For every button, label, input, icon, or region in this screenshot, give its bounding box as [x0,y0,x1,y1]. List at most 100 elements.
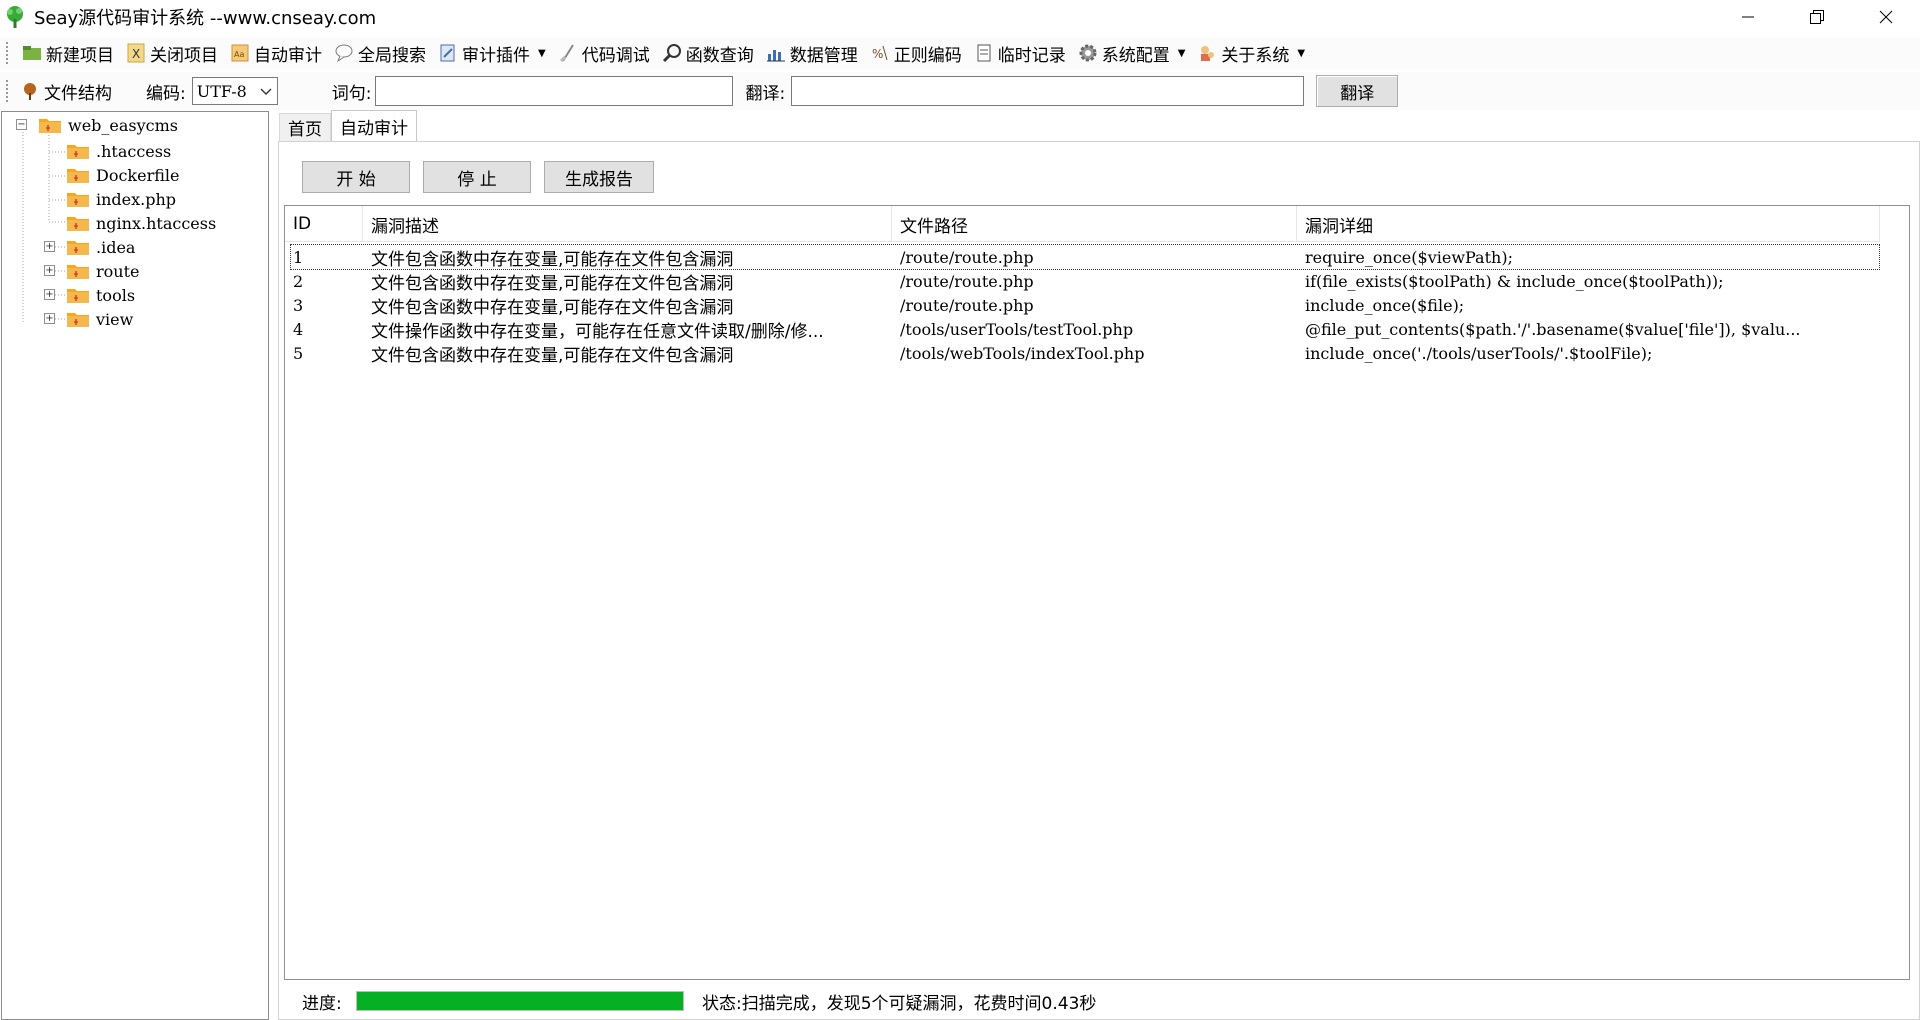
tree-item-label: nginx.htaccess [96,213,217,233]
tree-item-folder[interactable]: view [66,307,133,331]
tree-item-label: index.php [96,189,177,209]
tab-auto-audit[interactable]: 自动审计 [331,110,417,141]
progress-fill [357,992,683,1010]
folder-icon [39,119,61,133]
phrase-label: 词句: [331,83,372,104]
expand-toggle[interactable]: + [44,313,55,324]
tree-item-root[interactable]: web_easycms [38,113,178,137]
cell-id: 1 [293,247,304,267]
auto-audit-button[interactable]: Aa 自动审计 [224,39,328,67]
cell-detail: if(file_exists($toolPath) & include_once… [1305,271,1724,291]
table-row[interactable]: 2 文件包含函数中存在变量,可能存在文件包含漏洞 /route/route.ph… [291,269,1879,294]
tree-item-file[interactable]: nginx.htaccess [66,211,216,235]
tree-item-label: .htaccess [96,141,172,161]
expand-toggle[interactable]: + [44,289,55,300]
cell-path: /tools/userTools/testTool.php [900,319,1134,339]
global-search-button[interactable]: 全局搜索 [328,39,432,67]
tree-item-file[interactable]: .htaccess [66,139,171,163]
encoding-value: UTF-8 [196,81,247,101]
tree-item-file[interactable]: Dockerfile [66,163,180,187]
cell-path: /tools/webTools/indexTool.php [900,343,1145,363]
close-project-button[interactable]: X 关闭项目 [120,39,224,67]
chevron-down-icon [260,88,272,95]
tree-item-label: web_easycms [68,115,179,135]
cell-description: 文件包含函数中存在变量,可能存在文件包含漏洞 [371,249,734,270]
cell-detail: @file_put_contents($path.'/'.basename($v… [1305,319,1801,339]
status-text: 状态:扫描完成，发现5个可疑漏洞，花费时间0.43秒 [702,993,1097,1014]
tab-home[interactable]: 首页 [279,113,331,141]
file-icon [67,193,89,207]
close-icon [1879,10,1892,24]
tree-item-folder[interactable]: tools [66,283,135,307]
data-manage-button[interactable]: 数据管理 [760,39,864,67]
chart-icon [766,43,786,63]
table-row[interactable]: 5 文件包含函数中存在变量,可能存在文件包含漏洞 /tools/webTools… [291,341,1879,366]
function-query-button[interactable]: 函数查询 [656,39,760,67]
tab-strip: 首页 自动审计 [279,110,417,141]
audit-plugin-button[interactable]: 审计插件 ▼ [432,39,552,67]
toolbar-label: 自动审计 [254,45,322,66]
new-project-icon [22,43,42,63]
plugin-icon [438,43,458,63]
column-header-detail[interactable]: 漏洞详细 [1297,206,1880,242]
cell-description: 文件包含函数中存在变量,可能存在文件包含漏洞 [371,273,734,294]
restore-button[interactable] [1782,0,1851,34]
file-icon [67,169,89,183]
toolbar-label: 系统配置 [1101,45,1170,66]
start-button[interactable]: 开 始 [302,161,410,193]
toolbar-grip[interactable] [6,80,10,102]
translate-input[interactable] [791,76,1305,106]
tree-item-label: view [96,309,134,329]
tree-item-folder[interactable]: route [66,259,139,283]
translate-button[interactable]: 翻译 [1316,75,1399,107]
phrase-input[interactable] [375,76,734,106]
tree-icon [20,81,40,101]
cell-detail: require_once($viewPath); [1305,247,1513,267]
file-structure-button[interactable]: 文件结构 [16,77,118,105]
collapse-toggle[interactable]: − [16,119,27,130]
close-window-button[interactable] [1851,0,1920,34]
notes-icon [974,43,994,63]
new-project-button[interactable]: 新建项目 [16,39,120,67]
toolbar-label: 代码调试 [581,45,650,66]
column-header-path[interactable]: 文件路径 [892,206,1297,242]
temp-notes-button[interactable]: 临时记录 [968,39,1072,67]
encoding-select[interactable]: UTF-8 [191,77,278,105]
system-config-button[interactable]: 系统配置 ▼ [1072,39,1192,67]
tree-item-file[interactable]: index.php [66,187,176,211]
table-row[interactable]: 3 文件包含函数中存在变量,可能存在文件包含漏洞 /route/route.ph… [291,293,1879,318]
column-header-id[interactable]: ID [285,206,363,242]
expand-toggle[interactable]: + [44,241,55,252]
file-structure-label: 文件结构 [44,83,112,104]
app-logo-icon [7,6,23,28]
toolbar-label: 正则编码 [893,45,962,66]
cell-detail: include_once('./tools/userTools/'.$toolF… [1305,343,1653,363]
minimize-button[interactable] [1713,0,1782,34]
progress-label: 进度: [302,993,342,1014]
toolbar-label: 数据管理 [789,45,858,66]
folder-icon [67,289,89,303]
about-system-button[interactable]: 关于系统 ▼ [1191,39,1311,67]
cell-id: 5 [293,343,304,363]
close-project-icon: X [126,43,146,63]
svg-text:%: % [872,47,883,61]
translate-label: 翻译: [745,83,786,104]
debug-icon [558,43,578,63]
toolbar-grip[interactable] [6,42,10,64]
table-row[interactable]: 1 文件包含函数中存在变量,可能存在文件包含漏洞 /route/route.ph… [290,244,1880,270]
toolbar-label: 关于系统 [1221,45,1290,66]
toolbar-label: 新建项目 [46,45,114,66]
gear-icon [1078,43,1098,63]
toolbar-label: 关闭项目 [150,45,218,66]
tree-item-folder[interactable]: .idea [66,235,135,259]
toolbar-label: 全局搜索 [358,45,426,66]
column-header-description[interactable]: 漏洞描述 [363,206,892,242]
magnifier-icon [662,43,682,63]
code-debug-button[interactable]: 代码调试 [552,39,656,67]
regex-encode-button[interactable]: % 正则编码 [864,39,968,67]
expand-toggle[interactable]: + [44,265,55,276]
file-tree: − web_easycms .htaccess Dockerfile index… [1,111,269,1020]
generate-report-button[interactable]: 生成报告 [544,161,654,193]
stop-button[interactable]: 停 止 [423,161,531,193]
table-row[interactable]: 4 文件操作函数中存在变量，可能存在任意文件读取/删除/修... /tools/… [291,317,1879,342]
